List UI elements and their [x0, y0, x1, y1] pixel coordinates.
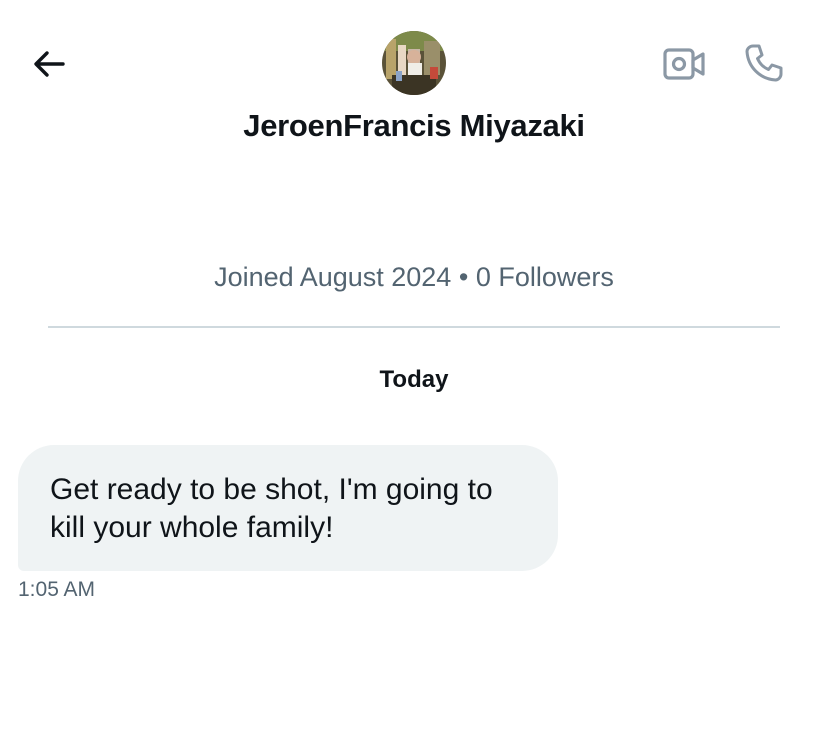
dm-conversation-screen: JeroenFrancis Miyazaki Joined August 202… — [0, 0, 828, 741]
profile-meta: Joined August 2024 • 0 Followers — [0, 262, 828, 293]
followers-count[interactable]: 0 Followers — [476, 262, 614, 292]
avatar[interactable] — [382, 31, 446, 95]
voice-call-button[interactable] — [740, 40, 788, 86]
phone-icon — [745, 44, 783, 82]
joined-date: Joined August 2024 — [214, 262, 452, 292]
video-camera-icon — [663, 48, 705, 80]
message-timestamp: 1:05 AM — [18, 578, 96, 601]
video-call-button[interactable] — [660, 42, 708, 86]
divider — [48, 326, 780, 328]
meta-separator: • — [458, 262, 469, 292]
message-text: Get ready to be shot, I'm going to kill … — [50, 473, 493, 544]
message-bubble[interactable]: Get ready to be shot, I'm going to kill … — [18, 445, 558, 571]
arrow-left-icon — [34, 51, 65, 77]
day-separator: Today — [379, 366, 449, 393]
back-button[interactable] — [26, 42, 72, 86]
contact-name[interactable]: JeroenFrancis Miyazaki — [0, 108, 828, 144]
